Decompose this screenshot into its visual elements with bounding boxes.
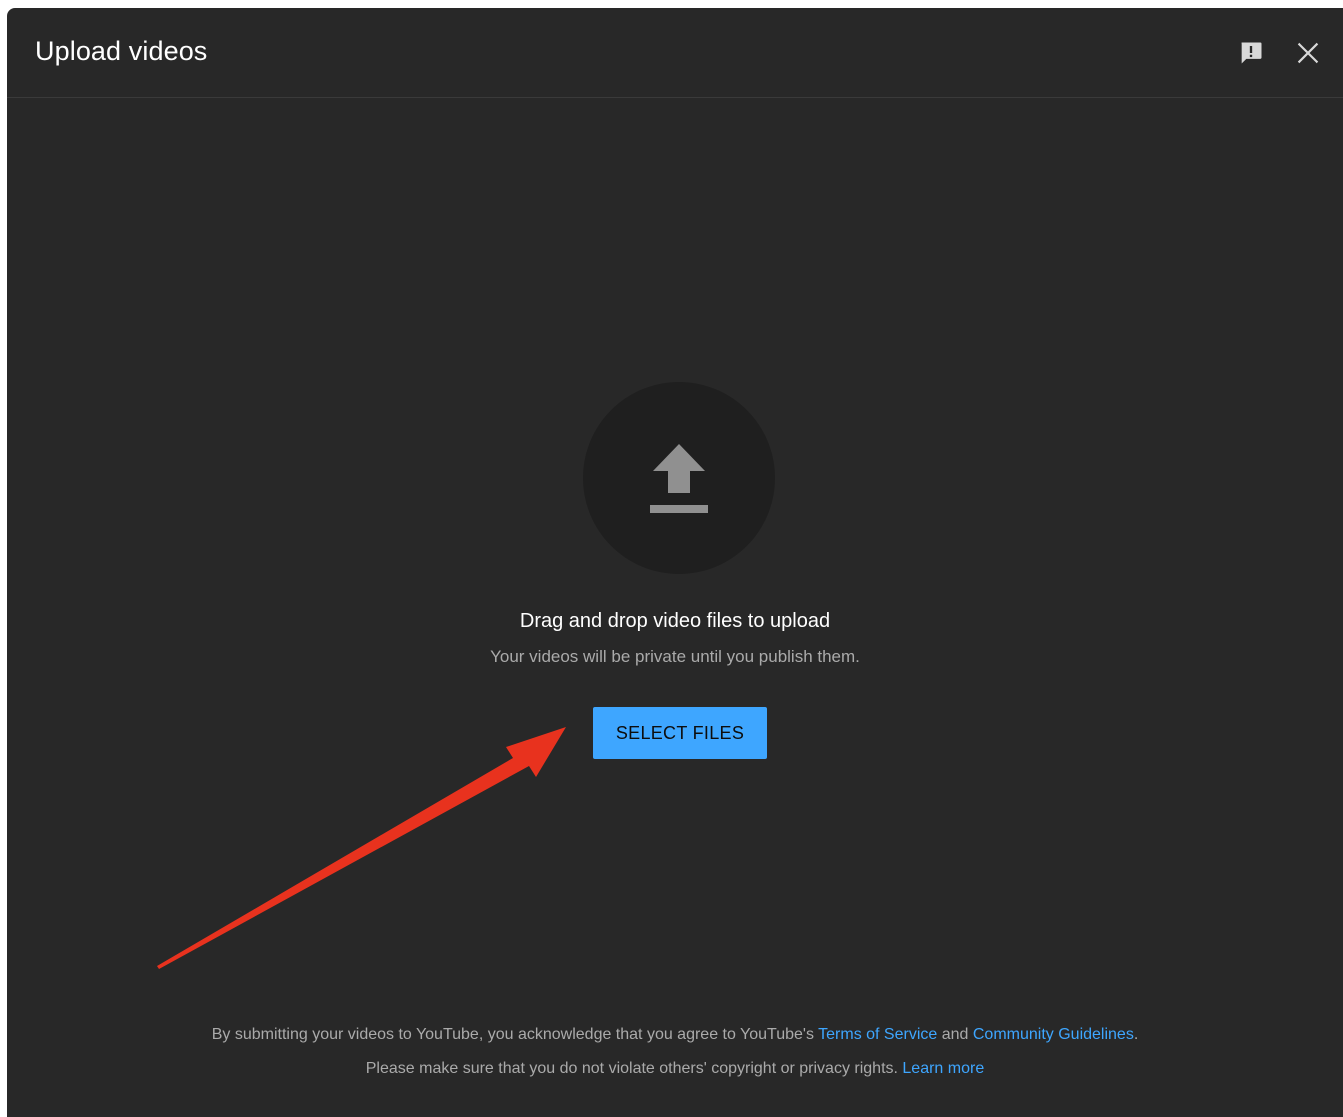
footer-terms-and: and	[937, 1026, 973, 1043]
footer-copyright-prefix: Please make sure that you do not violate…	[365, 1060, 903, 1077]
footer-copyright-text: Please make sure that you do not violate…	[7, 1060, 1343, 1078]
feedback-icon[interactable]	[1236, 38, 1266, 68]
footer-terms-text: By submitting your videos to YouTube, yo…	[7, 1026, 1343, 1044]
select-files-button[interactable]: SELECT FILES	[593, 707, 767, 759]
footer-terms-suffix: .	[1133, 1026, 1139, 1043]
terms-of-service-link[interactable]: Terms of Service	[818, 1026, 937, 1043]
privacy-note: Your videos will be private until you pu…	[490, 647, 860, 666]
footer-terms-prefix: By submitting your videos to YouTube, yo…	[211, 1026, 819, 1043]
learn-more-link[interactable]: Learn more	[902, 1060, 984, 1077]
upload-drop-zone[interactable]	[583, 382, 775, 574]
drag-drop-text: Drag and drop video files to upload	[519, 610, 831, 632]
dialog-title: Upload videos	[35, 36, 208, 66]
upload-arrow-icon	[650, 444, 708, 513]
upload-dialog: Upload videos Drag and drop video files …	[7, 8, 1343, 1117]
community-guidelines-link[interactable]: Community Guidelines	[973, 1026, 1134, 1043]
dialog-header: Upload videos	[7, 8, 1343, 98]
close-icon[interactable]	[1293, 38, 1323, 68]
